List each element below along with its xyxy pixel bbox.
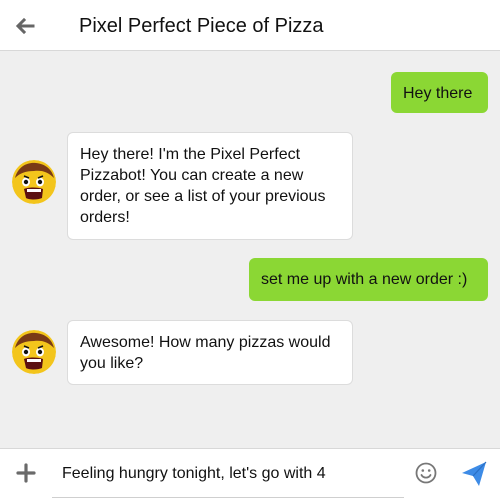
bot-avatar bbox=[12, 160, 56, 204]
message-bubble-user: set me up with a new order :) bbox=[249, 258, 488, 301]
send-button[interactable] bbox=[460, 460, 488, 488]
emoji-button[interactable] bbox=[414, 461, 438, 485]
message-bubble-user: Hey there bbox=[391, 72, 488, 113]
message-text: Hey there! I'm the Pixel Perfect Pizzabo… bbox=[80, 146, 326, 226]
smiley-icon bbox=[415, 462, 437, 484]
message-text: set me up with a new order :) bbox=[261, 271, 468, 288]
app-header: Pixel Perfect Piece of Pizza bbox=[0, 0, 500, 51]
add-attachment-button[interactable] bbox=[14, 461, 38, 485]
message-bubble-bot: Awesome! How many pizzas would you like? bbox=[67, 320, 353, 385]
back-button[interactable] bbox=[12, 13, 38, 39]
input-underline bbox=[52, 497, 404, 498]
lego-face-icon bbox=[12, 330, 56, 374]
message-bubble-bot: Hey there! I'm the Pixel Perfect Pizzabo… bbox=[67, 132, 353, 240]
paper-plane-icon bbox=[462, 461, 487, 486]
page-title: Pixel Perfect Piece of Pizza bbox=[79, 15, 324, 37]
chat-thread: Hey there Hey there! I'm the Pixel Perfe… bbox=[0, 52, 500, 447]
bot-avatar bbox=[12, 330, 56, 374]
message-text: Awesome! How many pizzas would you like? bbox=[80, 334, 331, 372]
arrow-left-icon bbox=[15, 17, 35, 35]
message-composer bbox=[0, 448, 500, 500]
message-input[interactable] bbox=[52, 457, 352, 491]
message-text: Hey there bbox=[403, 85, 473, 102]
lego-face-icon bbox=[12, 160, 56, 204]
plus-icon bbox=[16, 463, 36, 483]
